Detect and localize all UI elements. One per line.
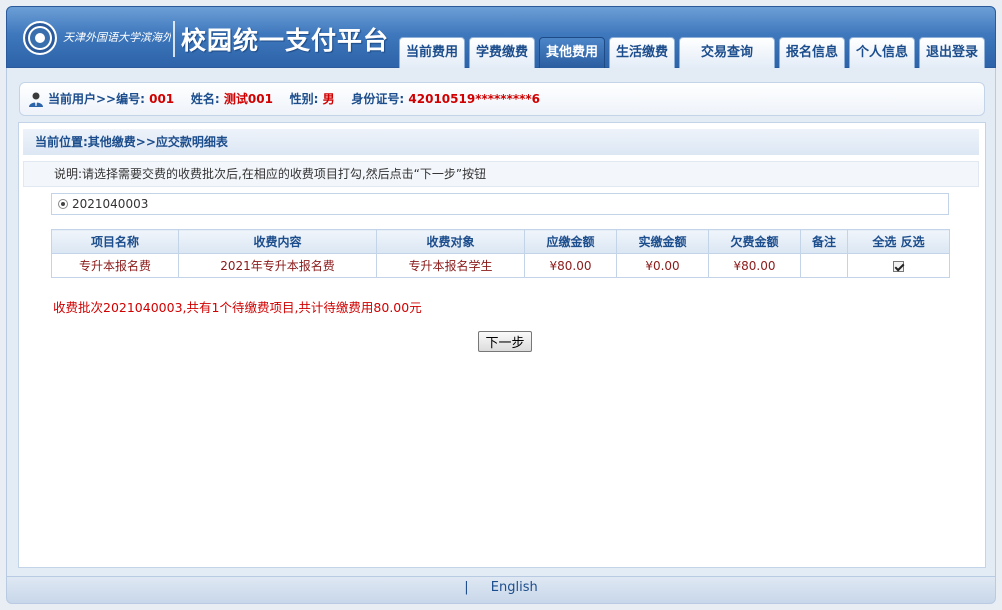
cell-fee-target: 专升本报名学生	[376, 253, 525, 278]
user-icon	[29, 92, 43, 107]
content-panel: 当前位置:其他缴费>>应交款明细表 说明:请选择需要交费的收费批次后,在相应的收…	[18, 122, 986, 568]
name-label: 姓名:	[190, 92, 220, 106]
school-name: 天津外国语大学滨海外事学院	[63, 31, 171, 44]
header-banner: 天津外国语大学滨海外事学院 校园统一支付平台 当前费用 学费缴费 其他费用 生活…	[6, 6, 996, 69]
breadcrumb: 当前位置:其他缴费>>应交款明细表	[23, 129, 979, 155]
user-name: 测试001	[223, 92, 273, 106]
table-row: 专升本报名费 2021年专升本报名费 专升本报名学生 ¥80.00 ¥0.00 …	[51, 253, 950, 278]
tab-living-fees[interactable]: 生活缴费	[609, 37, 675, 69]
user-prefix: 当前用户>>编号:	[48, 92, 145, 106]
col-fee-target: 收费对象	[376, 229, 525, 254]
cell-fee-content: 2021年专升本报名费	[178, 253, 377, 278]
cell-amount-paid: ¥0.00	[616, 253, 709, 278]
instruction-text: 说明:请选择需要交费的收费批次后,在相应的收费项目打勾,然后点击“下一步”按钮	[23, 161, 979, 187]
platform-title: 校园统一支付平台	[181, 26, 390, 55]
header-divider	[173, 21, 175, 57]
col-fee-content: 收费内容	[178, 229, 377, 254]
col-amount-paid: 实缴金额	[616, 229, 709, 254]
school-seal-icon	[23, 21, 57, 55]
col-item-name: 项目名称	[51, 229, 179, 254]
user-gender: 男	[322, 92, 335, 106]
col-amount-owed: 欠费金额	[708, 229, 801, 254]
english-link[interactable]: English	[491, 580, 538, 595]
table-header-row: 项目名称 收费内容 收费对象 应缴金额 实缴金额 欠费金额 备注 全选 反选	[51, 229, 950, 254]
tab-current-fees[interactable]: 当前费用	[399, 37, 465, 69]
tab-registration-info[interactable]: 报名信息	[779, 37, 845, 69]
footer-separator: |	[464, 580, 469, 595]
user-id: 001	[149, 92, 175, 106]
idcard-label: 身份证号:	[351, 92, 405, 106]
payment-summary: 收费批次2021040003,共有1个待缴费项目,共计待缴费用80.00元	[53, 300, 422, 315]
col-select-all-invert[interactable]: 全选 反选	[847, 229, 950, 254]
tab-logout[interactable]: 退出登录	[919, 37, 985, 69]
row-checkbox[interactable]	[893, 260, 904, 272]
cell-select	[847, 253, 950, 278]
cell-amount-owed: ¥80.00	[708, 253, 801, 278]
gender-label: 性别:	[289, 92, 319, 106]
tab-transaction-query[interactable]: 交易查询	[679, 37, 775, 69]
cell-remarks	[800, 253, 848, 278]
batch-radio[interactable]	[58, 199, 68, 209]
main-area: 当前用户>>编号: 001 姓名: 测试001 性别: 男 身份证号: 4201…	[6, 68, 996, 576]
fee-table: 项目名称 收费内容 收费对象 应缴金额 实缴金额 欠费金额 备注 全选 反选 专…	[51, 229, 950, 278]
tab-tuition[interactable]: 学费缴费	[469, 37, 535, 69]
tab-other-fees[interactable]: 其他费用	[539, 37, 605, 69]
footer: | English	[6, 576, 996, 604]
col-remarks: 备注	[800, 229, 848, 254]
batch-selector: 2021040003	[51, 193, 949, 215]
cell-item-name: 专升本报名费	[51, 253, 179, 278]
batch-number: 2021040003	[72, 197, 149, 211]
current-user-bar: 当前用户>>编号: 001 姓名: 测试001 性别: 男 身份证号: 4201…	[19, 82, 985, 116]
col-amount-due: 应缴金额	[524, 229, 617, 254]
next-step-button[interactable]: 下一步	[478, 331, 532, 352]
user-idcard: 42010519*********6	[408, 92, 541, 106]
cell-amount-due: ¥80.00	[524, 253, 617, 278]
tab-personal-info[interactable]: 个人信息	[849, 37, 915, 69]
